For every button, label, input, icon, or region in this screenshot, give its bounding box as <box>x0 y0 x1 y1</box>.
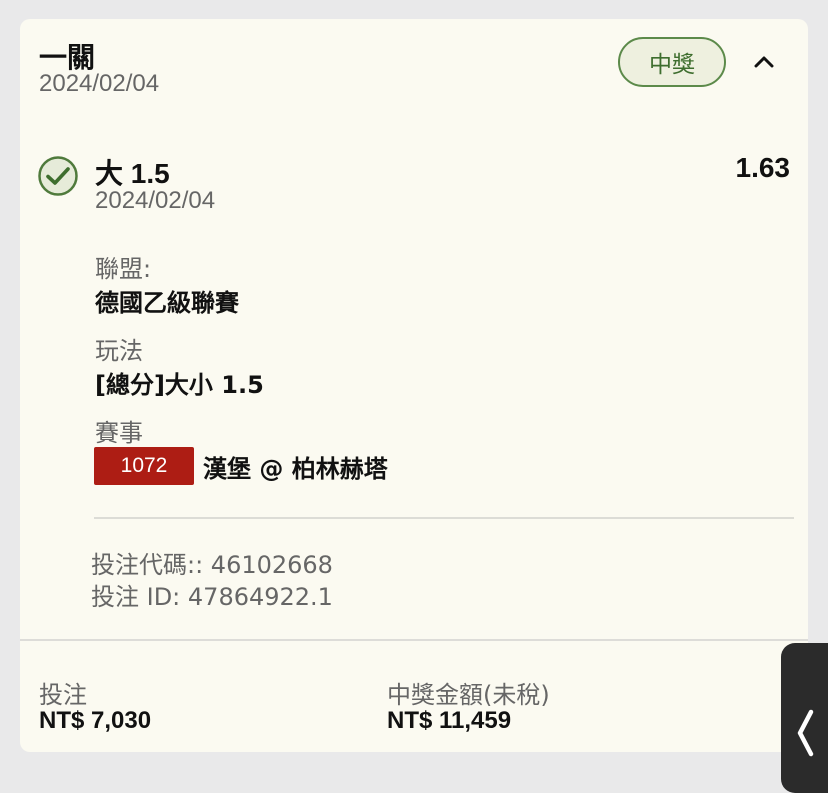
payout-label: 中獎金額(未稅) <box>387 681 550 709</box>
market-value: [總分]大小 1.5 <box>95 371 264 399</box>
collapse-button[interactable] <box>748 47 780 77</box>
stake-label: 投注 <box>39 681 87 709</box>
market-label: 玩法 <box>95 337 143 365</box>
chevron-left-icon <box>797 709 814 757</box>
league-value: 德國乙級聯賽 <box>95 289 239 317</box>
check-circle-icon <box>38 156 78 196</box>
event-code-badge: 1072 <box>94 447 194 485</box>
selection-date: 2024/02/04 <box>95 187 216 214</box>
stake-value: NT$ 7,030 <box>39 707 152 734</box>
status-badge: 中獎 <box>618 37 726 87</box>
bet-code: 投注代碼:: 46102668 <box>91 551 333 579</box>
selection-name: 大 1.5 <box>95 158 170 189</box>
event-label: 賽事 <box>95 419 143 447</box>
bet-summary-footer: 投注 NT$ 7,030 中獎金額(未稅) NT$ 11,459 <box>20 639 808 752</box>
chevron-up-icon <box>754 56 774 68</box>
bet-card: 一關 2024/02/04 中獎 大 1.5 1.63 2024/02/04 聯… <box>20 19 808 752</box>
side-drawer-tab[interactable] <box>781 643 828 793</box>
league-label: 聯盟: <box>95 255 152 283</box>
selection-odds: 1.63 <box>735 152 791 183</box>
event-name: 漢堡 @ 柏林赫塔 <box>203 454 388 483</box>
divider <box>94 517 794 519</box>
bet-date: 2024/02/04 <box>39 70 160 97</box>
bet-id: 投注 ID: 47864922.1 <box>91 583 333 611</box>
event-row: 1072 漢堡 @ 柏林赫塔 <box>94 447 388 485</box>
payout-value: NT$ 11,459 <box>387 707 512 734</box>
